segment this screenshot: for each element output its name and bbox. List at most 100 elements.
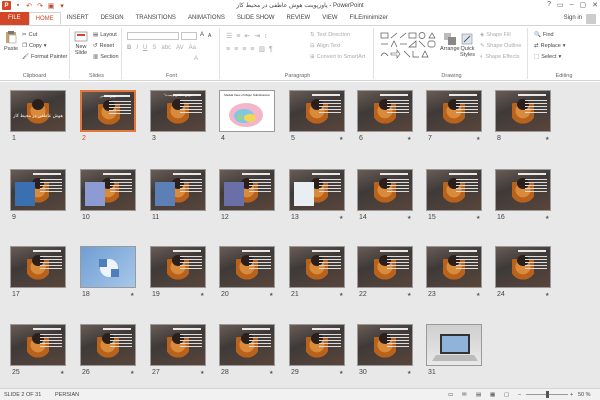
- new-slide-button[interactable]: New Slide: [74, 30, 88, 56]
- transition-star-icon[interactable]: ★: [339, 215, 343, 221]
- slide-thumbnail[interactable]: [426, 324, 482, 366]
- slide-thumbnail[interactable]: [357, 324, 413, 366]
- transition-star-icon[interactable]: ★: [545, 136, 549, 142]
- grow-font-button[interactable]: A: [200, 32, 204, 38]
- transition-star-icon[interactable]: ★: [407, 370, 411, 376]
- change-case-icon[interactable]: Aa: [189, 45, 196, 51]
- slide-thumbnail[interactable]: [426, 169, 482, 211]
- transition-star-icon[interactable]: ★: [339, 136, 343, 142]
- align-right-icon[interactable]: ≡: [242, 46, 246, 53]
- quick-styles-button[interactable]: Quick Styles: [460, 32, 475, 58]
- slide-thumbnail[interactable]: [10, 246, 66, 288]
- slide-thumbnail[interactable]: [10, 169, 66, 211]
- slide-thumbnail[interactable]: هوش عاطفی چیست؟: [150, 90, 206, 132]
- zoom-in-icon[interactable]: +: [570, 392, 573, 398]
- slide-thumbnail[interactable]: [495, 246, 551, 288]
- language-indicator[interactable]: PERSIAN: [55, 392, 79, 398]
- slide-thumbnail[interactable]: [289, 246, 345, 288]
- character-spacing-icon[interactable]: AV: [176, 45, 184, 51]
- replace-button[interactable]: ⇄ Replace ▾: [534, 43, 566, 49]
- find-button[interactable]: 🔍 Find: [534, 32, 554, 38]
- shape-fill-button[interactable]: ◈ Shape Fill: [480, 32, 511, 38]
- line-spacing-icon[interactable]: ↕: [264, 33, 268, 40]
- transition-star-icon[interactable]: ★: [60, 370, 64, 376]
- transition-star-icon[interactable]: ★: [476, 136, 480, 142]
- shapes-gallery[interactable]: [380, 32, 438, 62]
- minimize-button[interactable]: –: [570, 1, 574, 9]
- slide-thumbnail[interactable]: [495, 90, 551, 132]
- shape-effects-button[interactable]: ◐ Shape Effects: [480, 54, 519, 60]
- slide-thumbnail[interactable]: [426, 246, 482, 288]
- bold-icon[interactable]: B: [127, 45, 131, 51]
- slide-thumbnail[interactable]: [219, 324, 275, 366]
- rtl-icon[interactable]: ¶: [269, 46, 273, 53]
- shape-outline-button[interactable]: ✎ Shape Outline: [480, 43, 521, 49]
- reset-button[interactable]: ↺ Reset: [93, 43, 114, 49]
- slide-thumbnail[interactable]: [80, 246, 136, 288]
- slide-thumbnail[interactable]: [150, 246, 206, 288]
- format-painter-button[interactable]: 🖌 Format Painter: [22, 54, 67, 60]
- font-color-button[interactable]: A: [194, 56, 198, 62]
- transition-star-icon[interactable]: ★: [545, 215, 549, 221]
- font-name-input[interactable]: [127, 32, 179, 40]
- strikethrough-icon[interactable]: abc: [161, 45, 171, 51]
- maximize-button[interactable]: ▢: [580, 1, 587, 9]
- slide-thumbnail[interactable]: [289, 90, 345, 132]
- normal-view-icon[interactable]: ▤: [476, 392, 481, 398]
- shrink-font-button[interactable]: A: [208, 33, 211, 39]
- slide-thumbnail[interactable]: [289, 324, 345, 366]
- transition-star-icon[interactable]: ★: [130, 370, 134, 376]
- transition-star-icon[interactable]: ★: [130, 292, 134, 298]
- tab-file[interactable]: FILE: [0, 12, 29, 25]
- tab-fileminimizer[interactable]: FILEminimizer: [344, 12, 394, 25]
- zoom-level[interactable]: 50 %: [578, 392, 591, 398]
- increase-indent-icon[interactable]: ⇥: [254, 32, 260, 40]
- convert-smartart-button[interactable]: ⊞ Convert to SmartArt: [310, 54, 365, 60]
- zoom-slider-handle[interactable]: [546, 391, 549, 398]
- slide-thumbnail[interactable]: [80, 169, 136, 211]
- align-left-icon[interactable]: ≡: [226, 46, 230, 53]
- ribbon-display-button[interactable]: ▭: [557, 1, 564, 9]
- transition-star-icon[interactable]: ★: [476, 292, 480, 298]
- slide-thumbnail[interactable]: [219, 169, 275, 211]
- transition-star-icon[interactable]: ★: [407, 215, 411, 221]
- slide-thumbnail[interactable]: [150, 324, 206, 366]
- transition-star-icon[interactable]: ★: [200, 370, 204, 376]
- slide-sorter-view-icon[interactable]: ▦: [490, 392, 495, 398]
- slide-thumbnail[interactable]: [495, 169, 551, 211]
- arrange-button[interactable]: Arrange: [440, 32, 460, 52]
- text-direction-button[interactable]: ⇅ Text Direction: [310, 32, 350, 38]
- paste-button[interactable]: Paste: [4, 30, 18, 52]
- numbering-icon[interactable]: ≡: [236, 33, 240, 40]
- slide-thumbnail[interactable]: [426, 90, 482, 132]
- sign-in-link[interactable]: Sign in: [564, 15, 582, 21]
- transition-star-icon[interactable]: ★: [200, 292, 204, 298]
- transition-star-icon[interactable]: ★: [407, 136, 411, 142]
- italic-icon[interactable]: I: [136, 45, 138, 51]
- tab-insert[interactable]: INSERT: [61, 12, 95, 25]
- tab-view[interactable]: VIEW: [316, 12, 343, 25]
- tab-animations[interactable]: ANIMATIONS: [182, 12, 231, 25]
- justify-icon[interactable]: ≡: [250, 46, 254, 53]
- cut-button[interactable]: ✂ Cut: [22, 32, 37, 38]
- notes-icon[interactable]: ▭: [448, 392, 453, 398]
- decrease-indent-icon[interactable]: ⇤: [244, 32, 250, 40]
- slide-thumbnail[interactable]: [357, 169, 413, 211]
- transition-star-icon[interactable]: ★: [339, 370, 343, 376]
- tab-review[interactable]: REVIEW: [281, 12, 317, 25]
- account-avatar[interactable]: [586, 14, 596, 24]
- transition-star-icon[interactable]: ★: [269, 370, 273, 376]
- help-button[interactable]: ?: [547, 1, 551, 9]
- underline-icon[interactable]: U: [143, 45, 147, 51]
- close-button[interactable]: ✕: [592, 1, 598, 9]
- layout-button[interactable]: ▤ Layout: [93, 32, 117, 38]
- section-button[interactable]: ▥ Section: [93, 54, 119, 60]
- shadow-icon[interactable]: S: [152, 45, 156, 51]
- slide-thumbnail[interactable]: هوش عاطفی در محیط کار: [10, 90, 66, 132]
- align-center-icon[interactable]: ≡: [234, 46, 238, 53]
- columns-icon[interactable]: ▥: [258, 45, 265, 53]
- tab-transitions[interactable]: TRANSITIONS: [130, 12, 182, 25]
- comments-icon[interactable]: ✉: [462, 392, 467, 398]
- tab-design[interactable]: DESIGN: [95, 12, 130, 25]
- align-text-button[interactable]: ⊟ Align Text: [310, 43, 340, 49]
